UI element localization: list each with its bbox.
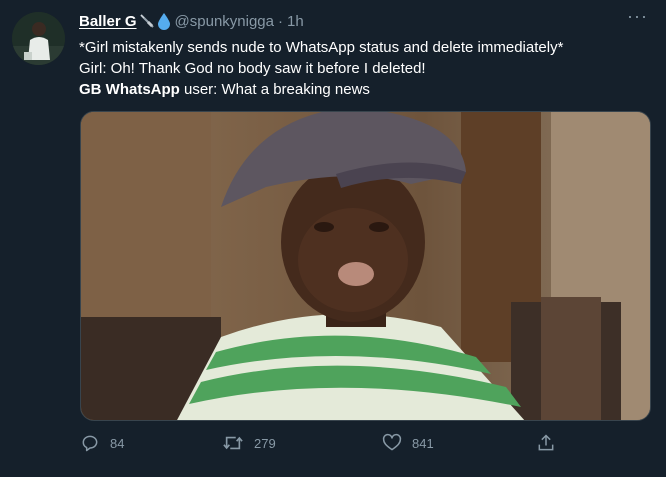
retweet-button[interactable]: 279 — [222, 432, 276, 454]
tweet-header: Baller G @spunkynigga · 1h — [79, 10, 304, 32]
tweet-bold-text: GB WhatsApp — [79, 81, 180, 98]
tweet-text-rest: user: What a breaking news — [179, 81, 370, 98]
reply-count: 84 — [110, 435, 125, 451]
more-options-icon[interactable]: ··· — [627, 6, 648, 26]
tweet-line: GB WhatsApp user: What a breaking news — [79, 79, 649, 100]
tweet-card[interactable]: Baller G @spunkynigga · 1h ··· *Girl mis… — [0, 0, 666, 477]
like-button[interactable]: 841 — [382, 432, 434, 454]
separator-dot: · — [278, 12, 283, 30]
retweet-icon — [223, 436, 243, 450]
tweet-line: Girl: Oh! Thank God no body saw it befor… — [79, 60, 426, 77]
reply-icon — [82, 435, 98, 452]
tweet-text: *Girl mistakenly sends nude to WhatsApp … — [79, 37, 649, 100]
tweet-line: *Girl mistakenly sends nude to WhatsApp … — [79, 39, 564, 56]
heart-icon — [382, 433, 402, 451]
share-button[interactable] — [536, 432, 556, 454]
like-count: 841 — [412, 435, 434, 451]
droplet-icon — [157, 12, 171, 30]
reply-button[interactable]: 84 — [80, 432, 124, 454]
timestamp[interactable]: 1h — [287, 13, 304, 30]
retweet-count: 279 — [254, 435, 276, 451]
handle[interactable]: @spunkynigga — [175, 13, 274, 30]
display-name[interactable]: Baller G — [79, 13, 137, 30]
share-icon — [538, 434, 554, 451]
syringe-icon — [139, 13, 155, 29]
tweet-actions: 84 279 841 — [80, 432, 560, 454]
tweet-media-image[interactable] — [80, 111, 651, 421]
avatar[interactable] — [12, 12, 65, 65]
